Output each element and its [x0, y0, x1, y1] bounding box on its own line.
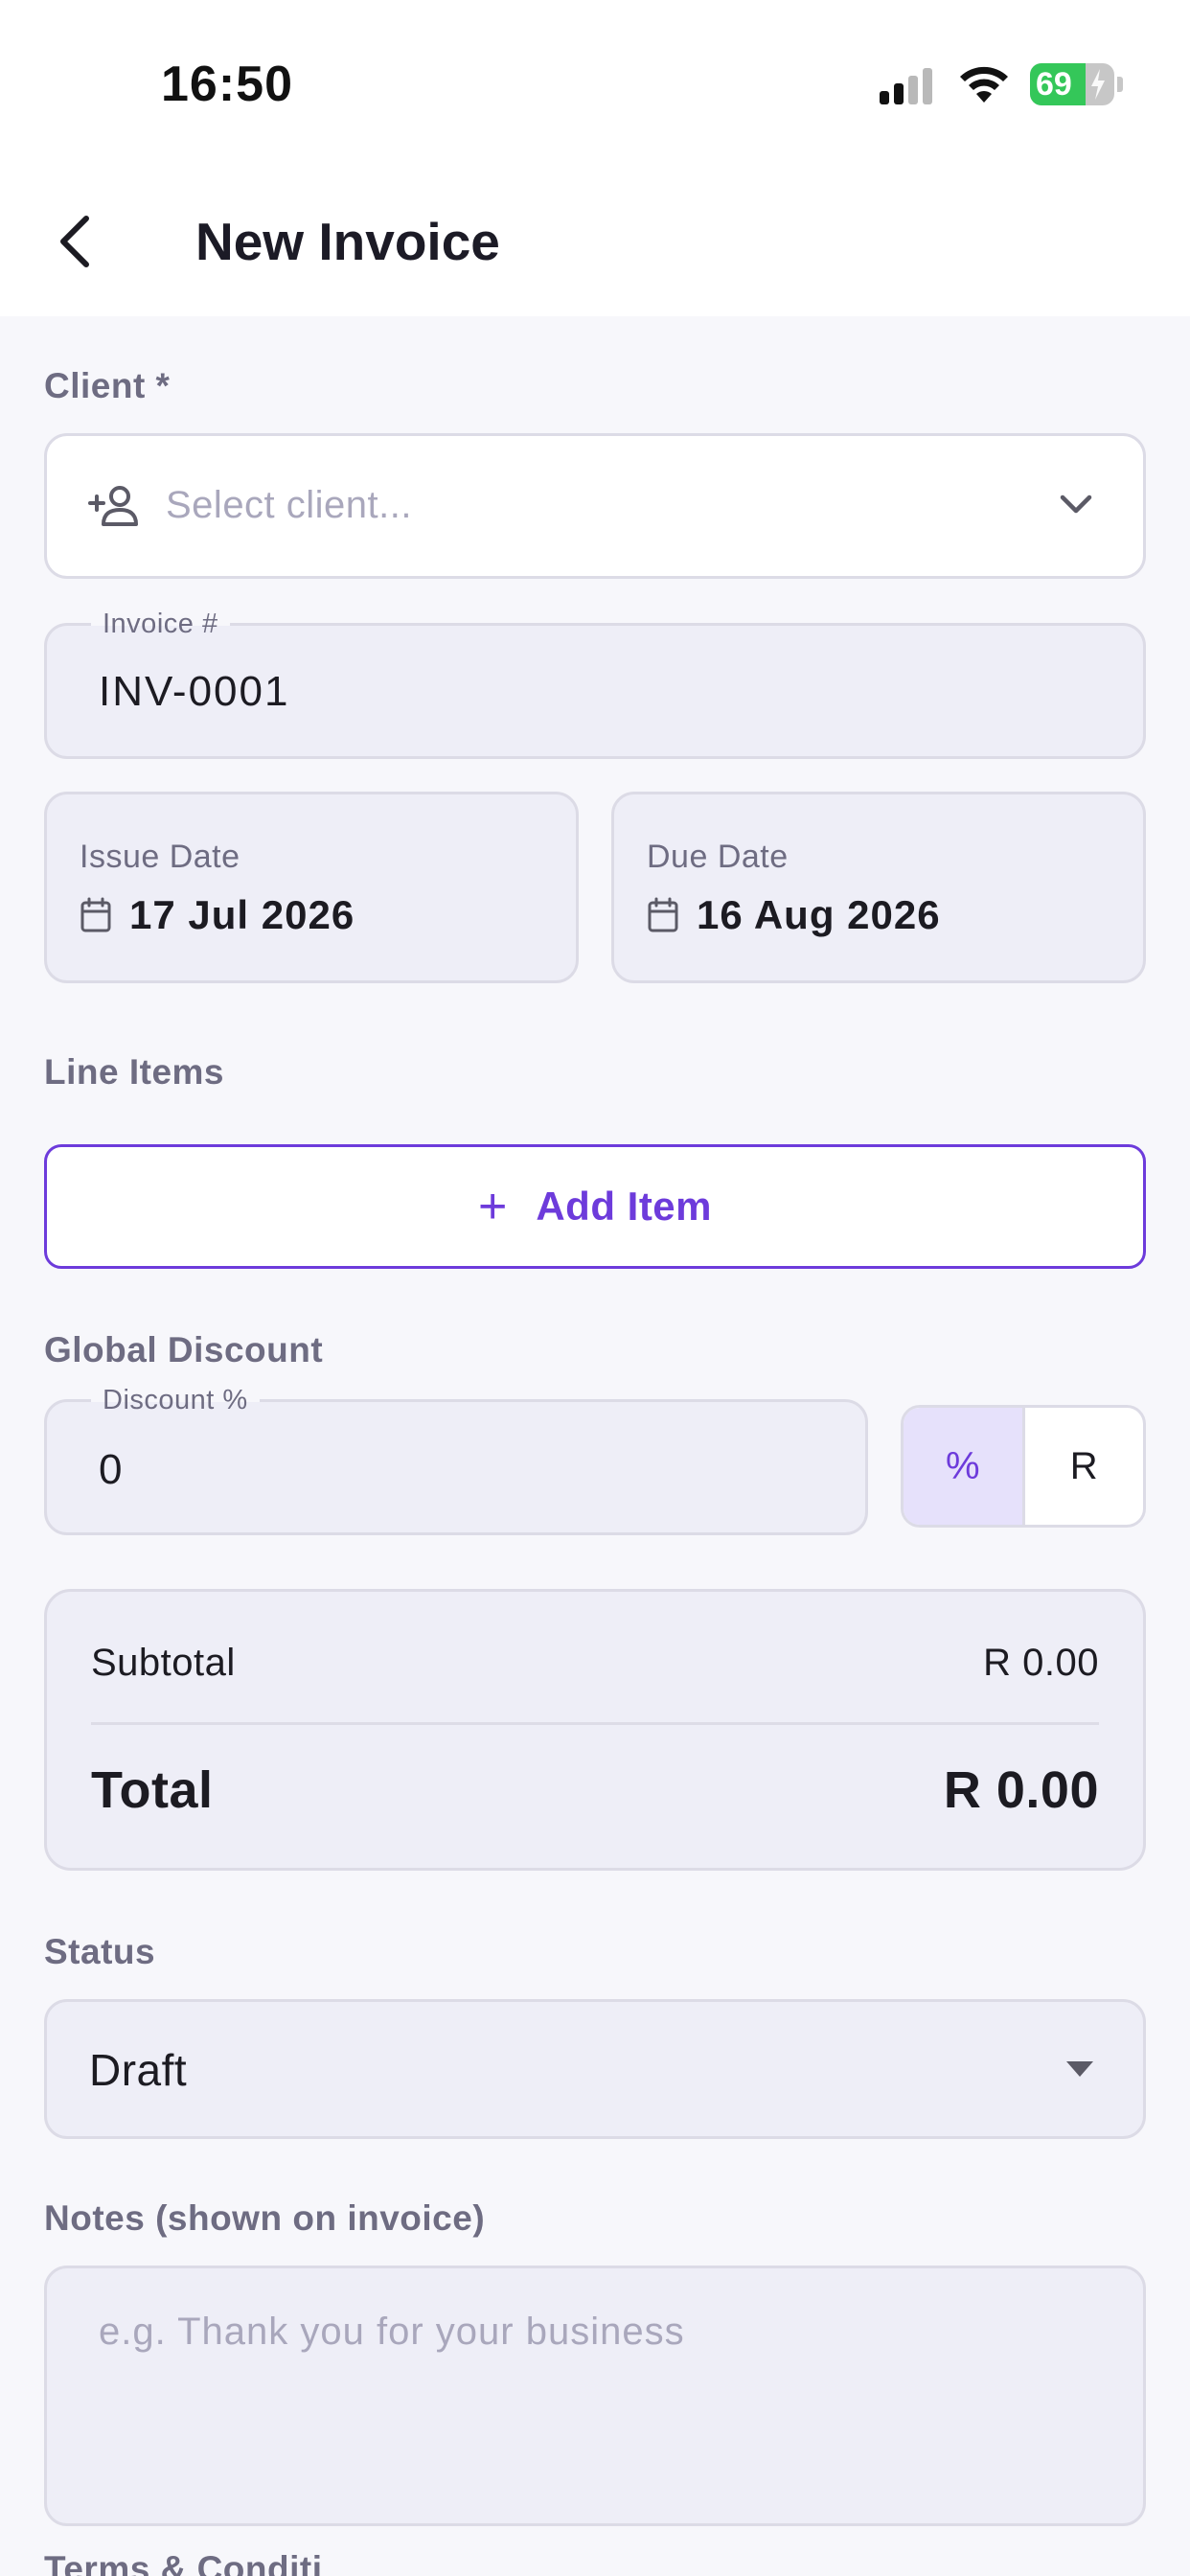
battery-percent: 69 — [1036, 65, 1072, 103]
discount-value: 0 — [99, 1446, 123, 1493]
global-discount-label: Global Discount — [44, 1330, 324, 1369]
chevron-left-icon — [60, 216, 89, 267]
rand-toggle-option[interactable]: R — [1025, 1408, 1144, 1525]
status-icons: 69 — [880, 59, 1123, 109]
totals-divider — [91, 1722, 1099, 1725]
cellular-signal-icon — [880, 64, 932, 104]
person-add-icon — [88, 486, 138, 526]
discount-type-toggle[interactable]: % R — [901, 1405, 1146, 1528]
calendar-icon — [648, 897, 678, 932]
back-button[interactable] — [54, 213, 96, 270]
battery-cap — [1117, 77, 1123, 92]
issue-date-label: Issue Date — [80, 839, 240, 875]
notes-placeholder: e.g. Thank you for your business — [99, 2311, 685, 2353]
invoice-number-value: INV-0001 — [99, 668, 290, 715]
dropdown-caret-icon — [1066, 2061, 1093, 2077]
invoice-number-field[interactable]: Invoice # INV-0001 — [44, 609, 1146, 759]
totals-card: Subtotal R 0.00 Total R 0.00 — [44, 1589, 1146, 1871]
invoice-number-label: Invoice # — [91, 609, 230, 640]
total-label: Total — [91, 1761, 214, 1819]
status-label: Status — [44, 1932, 156, 1971]
add-item-button[interactable]: + Add Item — [44, 1144, 1146, 1269]
chevron-down-icon — [1060, 494, 1092, 514]
top-bar: 16:50 69 New Invoice — [0, 0, 1190, 316]
wifi-icon — [960, 66, 1008, 103]
battery-charging-icon: 69 — [1030, 63, 1114, 105]
notes-textarea[interactable]: e.g. Thank you for your business — [44, 2266, 1146, 2526]
total-value: R 0.00 — [943, 1761, 1099, 1819]
subtotal-label: Subtotal — [91, 1642, 236, 1684]
due-date-field[interactable]: Due Date 16 Aug 2026 — [611, 792, 1146, 983]
terms-label: Terms & Conditi — [44, 2549, 323, 2576]
plus-icon: + — [477, 1179, 508, 1234]
subtotal-value: R 0.00 — [983, 1642, 1099, 1684]
page-title: New Invoice — [195, 212, 500, 271]
line-items-label: Line Items — [44, 1052, 224, 1092]
issue-date-field[interactable]: Issue Date 17 Jul 2026 — [44, 792, 579, 983]
status-time: 16:50 — [161, 57, 293, 112]
percent-toggle-option[interactable]: % — [904, 1408, 1025, 1525]
status-value: Draft — [89, 2045, 188, 2095]
discount-field[interactable]: Discount % 0 — [44, 1385, 868, 1535]
notes-label: Notes (shown on invoice) — [44, 2198, 486, 2238]
discount-field-label: Discount % — [91, 1385, 260, 1416]
calendar-icon — [80, 897, 111, 932]
client-placeholder: Select client... — [166, 484, 413, 526]
status-select[interactable]: Draft — [44, 1999, 1146, 2139]
client-select[interactable]: Select client... — [44, 433, 1146, 579]
add-item-label: Add Item — [536, 1184, 713, 1229]
due-date-label: Due Date — [647, 839, 789, 875]
due-date-value: 16 Aug 2026 — [697, 892, 941, 937]
client-label: Client * — [44, 366, 171, 405]
issue-date-value: 17 Jul 2026 — [129, 892, 355, 937]
